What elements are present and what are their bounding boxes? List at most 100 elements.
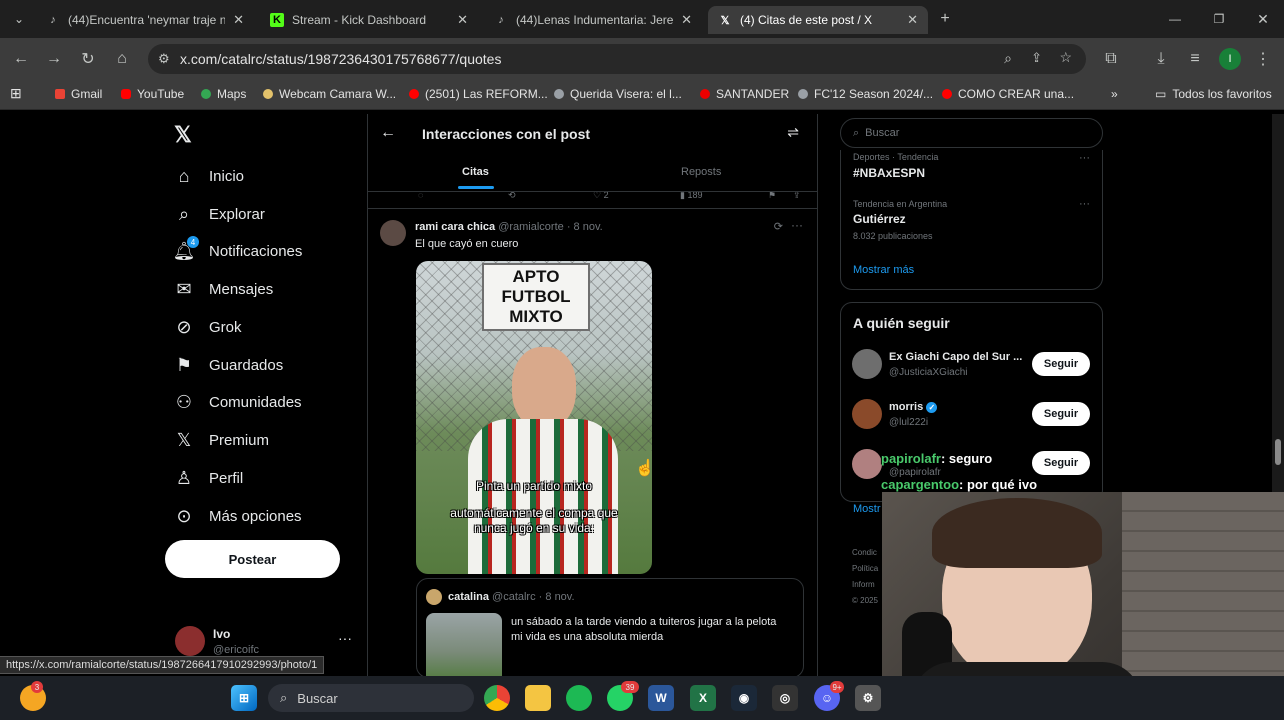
obs-icon[interactable]: ◎ [772, 685, 798, 711]
reading-list-icon[interactable]: ≡ [1184, 48, 1206, 70]
bookmark-star-icon[interactable]: ☆ [1059, 49, 1072, 66]
steam-icon[interactable]: ◉ [731, 685, 757, 711]
follow-button[interactable]: Seguir [1032, 451, 1090, 475]
tweet-author-name[interactable]: rami cara chica [415, 221, 495, 233]
extensions-icon[interactable]: ⧉ [1100, 48, 1122, 70]
tweet-time[interactable]: · 8 nov. [567, 221, 603, 233]
excel-icon[interactable]: X [690, 685, 716, 711]
profile-avatar[interactable]: I [1219, 48, 1241, 70]
bookmark-maps[interactable]: Maps [201, 87, 246, 101]
share-icon[interactable]: ⇪ [793, 192, 801, 201]
avatar[interactable] [852, 399, 882, 429]
nav-premium[interactable]: 𝕏 Premium [173, 425, 269, 455]
repost-icon[interactable]: ⟲ [508, 192, 516, 201]
menu-icon[interactable]: ⋮ [1252, 48, 1274, 70]
avatar[interactable] [852, 349, 882, 379]
downloads-icon[interactable]: ⤓ [1150, 48, 1172, 70]
grok-analyze-icon[interactable]: ⟳ [774, 220, 783, 233]
minimize-icon[interactable]: — [1164, 8, 1186, 30]
reload-icon[interactable]: ↻ [77, 48, 99, 70]
bookmark-fc12[interactable]: FC'12 Season 2024/... [798, 87, 933, 101]
youtube-icon [409, 89, 419, 99]
nav-comunidades[interactable]: ⚇ Comunidades [173, 387, 302, 417]
follow-button[interactable]: Seguir [1032, 402, 1090, 426]
more-options-icon[interactable]: ··· [1079, 152, 1090, 164]
tab-search-chevron-icon[interactable]: ⌄ [8, 8, 30, 30]
zoom-icon[interactable]: ⌕ [1004, 50, 1012, 67]
bookmark-gmail[interactable]: Gmail [55, 87, 102, 101]
bookmark-como-crear[interactable]: COMO CREAR una... [942, 87, 1074, 101]
search-icon: ⌕ [178, 203, 190, 224]
file-explorer-icon[interactable] [525, 685, 551, 711]
taskbar-search[interactable]: ⌕ Buscar [268, 684, 474, 712]
close-tab-icon[interactable]: ✕ [681, 12, 692, 28]
close-tab-icon[interactable]: ✕ [233, 12, 244, 28]
reply-icon[interactable]: ◌ [418, 192, 423, 200]
nav-mas-opciones[interactable]: ⊙ Más opciones [173, 501, 301, 531]
quoted-tweet[interactable]: catalina @catalrc · 8 nov. un sábado a l… [416, 578, 804, 678]
bookmark-reform[interactable]: (2501) Las REFORM... [409, 87, 548, 101]
more-options-icon[interactable]: ··· [791, 218, 803, 232]
bookmark-webcam[interactable]: Webcam Camara W... [263, 87, 396, 101]
tweet-author-handle[interactable]: @ramialcorte [498, 221, 564, 233]
settings-gear-icon[interactable]: ⚙ [855, 685, 881, 711]
nav-notificaciones[interactable]: 🔔︎ 4 Notificaciones [173, 236, 302, 266]
close-window-icon[interactable]: ✕ [1252, 8, 1274, 30]
back-icon[interactable]: ← [10, 48, 32, 70]
nav-inicio[interactable]: ⌂ Inicio [173, 161, 244, 191]
windows-start-icon[interactable]: ⊞ [231, 685, 257, 711]
site-info-icon[interactable]: ⚙ [158, 51, 170, 67]
home-icon[interactable]: ⌂ [111, 48, 133, 70]
forward-icon[interactable]: → [43, 48, 65, 70]
spotify-icon[interactable] [566, 685, 592, 711]
tab-reposts[interactable]: Reposts [681, 166, 721, 178]
tab-1[interactable]: ♪ (44)Encuentra 'neymar traje nec ✕ [36, 6, 254, 34]
bookmark-visera[interactable]: Querida Visera: el l... [554, 87, 682, 101]
nav-grok[interactable]: ⊘ Grok [173, 312, 241, 342]
avatar[interactable] [852, 449, 882, 479]
more-options-icon[interactable]: ··· [1079, 198, 1090, 210]
filter-settings-icon[interactable]: ⇌ [787, 124, 799, 141]
nav-mensajes[interactable]: ✉ Mensajes [173, 274, 273, 304]
nav-explorar[interactable]: ⌕ Explorar [173, 199, 265, 229]
apps-grid-icon[interactable]: ⊞ [10, 85, 22, 102]
tweet-image[interactable]: APTO FUTBOL MIXTO Pinta un partido mixto… [416, 261, 652, 574]
trend-item[interactable]: #NBAxESPN [853, 166, 925, 180]
nav-guardados[interactable]: ⚑ Guardados [173, 350, 283, 380]
bookmark-icon[interactable]: ⚑ [768, 192, 776, 201]
close-tab-icon[interactable]: ✕ [907, 12, 918, 28]
word-icon[interactable]: W [648, 685, 674, 711]
tab-3[interactable]: ♪ (44)Lenas Indumentaria: Jeremy ✕ [484, 6, 702, 34]
bookmark-youtube[interactable]: YouTube [121, 87, 184, 101]
tab-2[interactable]: K Stream - Kick Dashboard ✕ [260, 6, 478, 34]
x-logo-icon[interactable]: 𝕏 [174, 122, 192, 148]
scrollbar-thumb[interactable] [1275, 439, 1281, 465]
follow-button[interactable]: Seguir [1032, 352, 1090, 376]
search-input[interactable]: ⌕ Buscar [840, 118, 1103, 148]
tab-citas[interactable]: Citas [462, 166, 489, 178]
close-tab-icon[interactable]: ✕ [457, 12, 468, 28]
tab-4-active[interactable]: 𝕏 (4) Citas de este post / X ✕ [708, 6, 928, 34]
link-icon [554, 89, 564, 99]
trend-item[interactable]: Gutiérrez [853, 212, 906, 226]
status-bar-url: https://x.com/ramialcorte/status/1987266… [0, 656, 325, 674]
avatar[interactable] [380, 220, 406, 246]
install-icon[interactable]: ⇪ [1031, 50, 1042, 66]
avatar[interactable] [175, 626, 205, 656]
chrome-icon[interactable] [484, 685, 510, 711]
youtube-icon [121, 89, 131, 99]
new-tab-icon[interactable]: + [934, 8, 956, 30]
more-bookmarks-icon[interactable]: » [1111, 87, 1118, 101]
views-count[interactable]: ▮ 189 [680, 192, 702, 201]
back-arrow-icon[interactable]: ← [380, 124, 396, 142]
address-bar[interactable]: ⚙ x.com/catalrc/status/19872364301757686… [148, 44, 1086, 74]
nav-perfil[interactable]: ♙ Perfil [173, 463, 243, 493]
post-button[interactable]: Postear [165, 540, 340, 578]
bookmark-santander[interactable]: SANTANDER [700, 87, 789, 101]
like-count[interactable]: ♡ 2 [593, 192, 609, 201]
account-menu-icon[interactable]: ··· [338, 630, 352, 646]
show-more-link[interactable]: Mostr [853, 503, 881, 515]
show-more-link[interactable]: Mostrar más [853, 264, 914, 276]
all-bookmarks-folder[interactable]: ▭ Todos los favoritos [1155, 87, 1272, 101]
maximize-icon[interactable]: ❐ [1208, 8, 1230, 30]
